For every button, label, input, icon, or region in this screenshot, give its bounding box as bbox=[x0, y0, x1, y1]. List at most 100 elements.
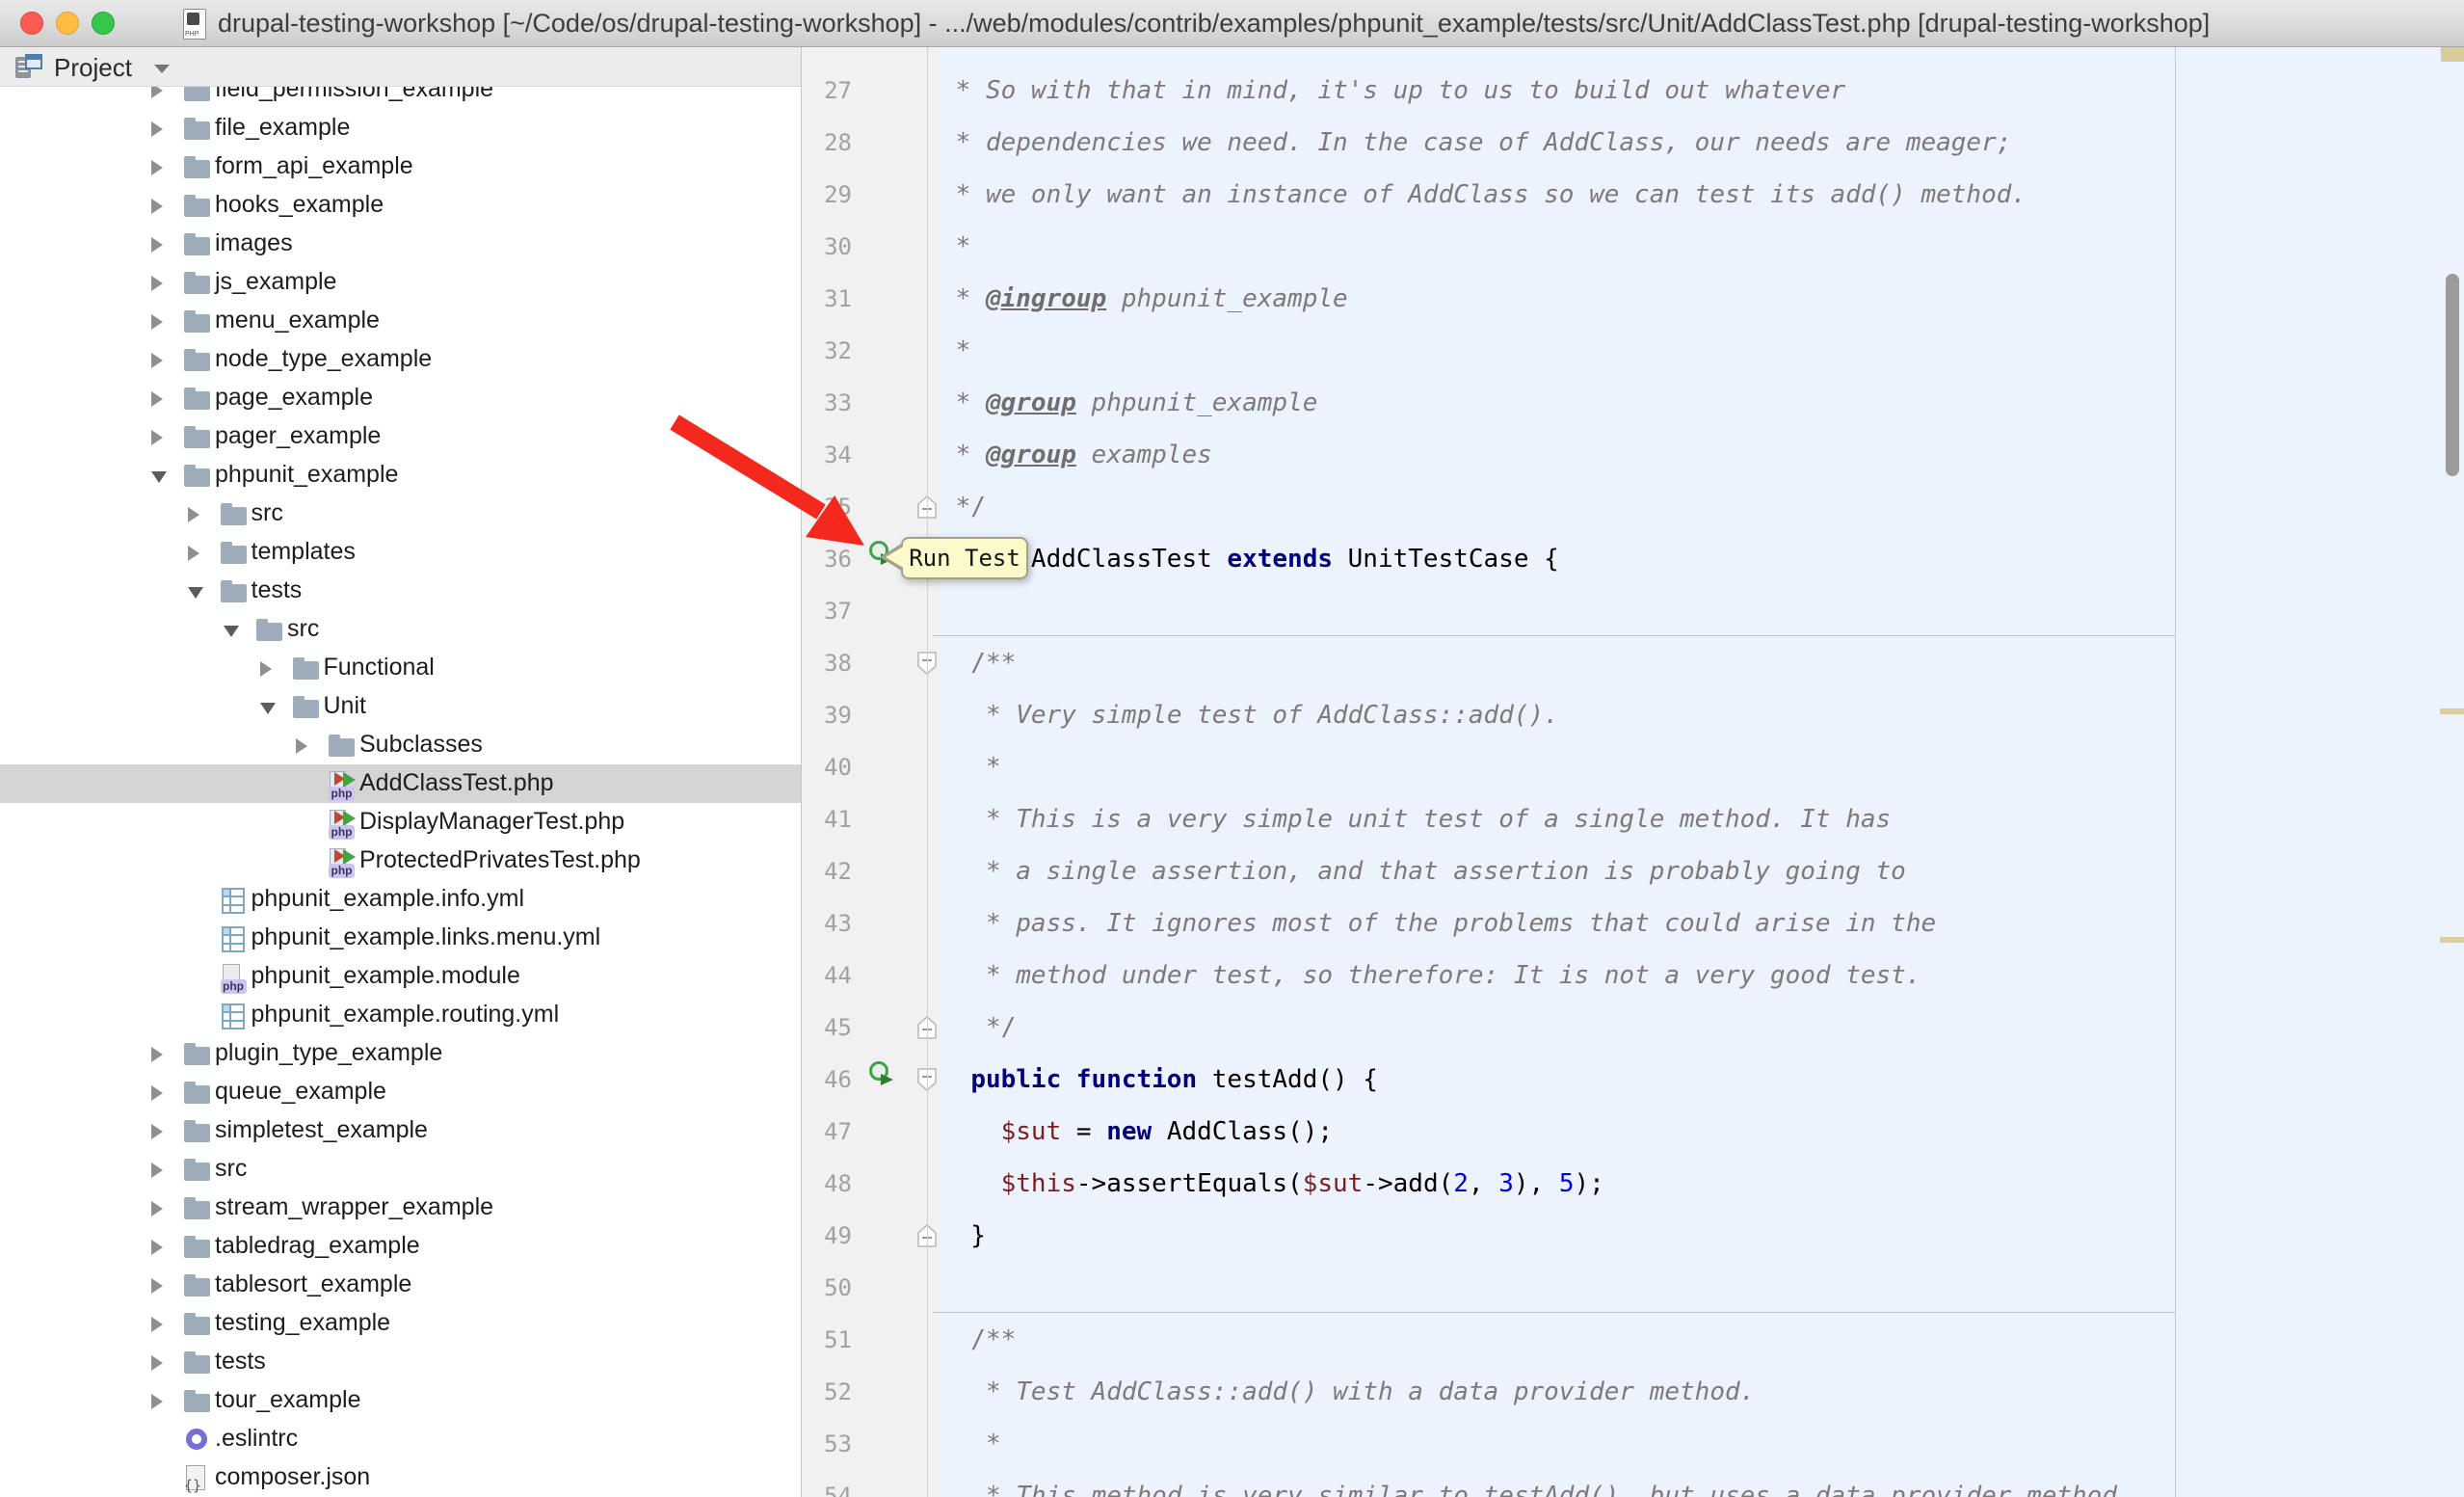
tree-item-menu-example[interactable]: menu_example bbox=[0, 302, 801, 340]
code-line-28[interactable]: * dependencies we need. In the case of A… bbox=[941, 117, 2011, 169]
chevron-right-icon[interactable] bbox=[151, 1240, 163, 1255]
line-number[interactable]: 34 bbox=[802, 429, 852, 481]
code-line-51[interactable]: /** bbox=[941, 1314, 1016, 1366]
chevron-right-icon[interactable] bbox=[260, 661, 272, 677]
tree-item-field-permission-example[interactable]: field_permission_example bbox=[0, 87, 801, 109]
tree-item-tablesort-example[interactable]: tablesort_example bbox=[0, 1266, 801, 1304]
error-stripe-mark[interactable] bbox=[2440, 937, 2464, 943]
code-line-33[interactable]: * @group phpunit_example bbox=[941, 377, 1317, 429]
tree-item-subclasses[interactable]: Subclasses bbox=[0, 726, 801, 764]
line-number[interactable]: 43 bbox=[802, 897, 852, 949]
close-window-button[interactable] bbox=[20, 12, 43, 35]
run-test-tooltip[interactable]: Run Test bbox=[901, 537, 1028, 579]
code-line-29[interactable]: * we only want an instance of AddClass s… bbox=[941, 169, 2027, 221]
tree-item-phpunit-example-links-menu-yml[interactable]: phpunit_example.links.menu.yml bbox=[0, 919, 801, 957]
code-line-43[interactable]: * pass. It ignores most of the problems … bbox=[941, 897, 1936, 949]
tree-item-functional[interactable]: Functional bbox=[0, 649, 801, 687]
line-number[interactable]: 37 bbox=[802, 585, 852, 637]
tree-item-src[interactable]: src bbox=[0, 1150, 801, 1189]
chevron-right-icon[interactable] bbox=[296, 738, 307, 754]
tree-item-js-example[interactable]: js_example bbox=[0, 263, 801, 302]
chevron-down-icon[interactable] bbox=[188, 587, 203, 599]
chevron-right-icon[interactable] bbox=[188, 507, 199, 522]
tree-item-tests[interactable]: tests bbox=[0, 572, 801, 610]
chevron-right-icon[interactable] bbox=[151, 199, 163, 214]
line-number[interactable]: 44 bbox=[802, 949, 852, 1002]
line-number[interactable]: 39 bbox=[802, 689, 852, 741]
line-number[interactable]: 32 bbox=[802, 325, 852, 377]
chevron-right-icon[interactable] bbox=[151, 87, 163, 98]
chevron-right-icon[interactable] bbox=[151, 1163, 163, 1178]
code-line-53[interactable]: * bbox=[941, 1418, 1001, 1470]
line-number[interactable]: 49 bbox=[802, 1210, 852, 1262]
line-number[interactable]: 33 bbox=[802, 377, 852, 429]
code-line-36[interactable]: class AddClassTest extends UnitTestCase … bbox=[941, 533, 1559, 585]
line-number[interactable]: 29 bbox=[802, 169, 852, 221]
tree-item-node-type-example[interactable]: node_type_example bbox=[0, 340, 801, 379]
code-line-35[interactable]: */ bbox=[941, 481, 986, 533]
tree-item-simpletest-example[interactable]: simpletest_example bbox=[0, 1111, 801, 1150]
code-line-34[interactable]: * @group examples bbox=[941, 429, 1212, 481]
line-number[interactable]: 36 bbox=[802, 533, 852, 585]
project-dropdown-chevron-icon[interactable] bbox=[154, 65, 170, 73]
chevron-right-icon[interactable] bbox=[151, 160, 163, 175]
code-line-39[interactable]: * Very simple test of AddClass::add(). bbox=[941, 689, 1559, 741]
tree-item-images[interactable]: images bbox=[0, 225, 801, 263]
run-test-gutter-icon[interactable] bbox=[868, 1059, 895, 1086]
editor-scrollbar-thumb[interactable] bbox=[2446, 274, 2459, 476]
tree-item-unit[interactable]: Unit bbox=[0, 687, 801, 726]
line-number[interactable]: 52 bbox=[802, 1366, 852, 1418]
tree-item-tests[interactable]: tests bbox=[0, 1343, 801, 1381]
tree-item-tour-example[interactable]: tour_example bbox=[0, 1381, 801, 1420]
tree-item-src[interactable]: src bbox=[0, 495, 801, 533]
chevron-right-icon[interactable] bbox=[151, 237, 163, 253]
code-editor[interactable]: 2627282930313233343536373839404142434445… bbox=[802, 47, 2464, 1497]
line-number[interactable]: 45 bbox=[802, 1002, 852, 1054]
code-line-27[interactable]: * So with that in mind, it's up to us to… bbox=[941, 65, 1845, 117]
line-number[interactable]: 48 bbox=[802, 1158, 852, 1210]
line-number[interactable]: 41 bbox=[802, 793, 852, 845]
line-number[interactable]: 42 bbox=[802, 845, 852, 897]
tree-item--eslintrc[interactable]: .eslintrc bbox=[0, 1420, 801, 1458]
chevron-right-icon[interactable] bbox=[151, 1201, 163, 1216]
code-line-31[interactable]: * @ingroup phpunit_example bbox=[941, 273, 1348, 325]
tree-item-phpunit-example-routing-yml[interactable]: phpunit_example.routing.yml bbox=[0, 996, 801, 1034]
code-line-52[interactable]: * Test AddClass::add() with a data provi… bbox=[941, 1366, 1755, 1418]
chevron-right-icon[interactable] bbox=[151, 314, 163, 330]
chevron-right-icon[interactable] bbox=[151, 1278, 163, 1294]
code-line-32[interactable]: * bbox=[941, 325, 970, 377]
line-number[interactable]: 30 bbox=[802, 221, 852, 273]
tree-item-phpunit-example[interactable]: phpunit_example bbox=[0, 456, 801, 495]
code-line-40[interactable]: * bbox=[941, 741, 1001, 793]
code-line-38[interactable]: /** bbox=[941, 637, 1016, 689]
error-stripe-mark[interactable] bbox=[2440, 708, 2464, 714]
code-line-44[interactable]: * method under test, so therefore: It is… bbox=[941, 949, 1921, 1002]
line-number[interactable]: 54 bbox=[802, 1470, 852, 1497]
tree-item-hooks-example[interactable]: hooks_example bbox=[0, 186, 801, 225]
chevron-right-icon[interactable] bbox=[151, 353, 163, 368]
chevron-down-icon[interactable] bbox=[151, 471, 167, 483]
project-panel-title[interactable]: Project bbox=[54, 53, 132, 83]
code-line-54[interactable]: * This method is very similar to testAdd… bbox=[941, 1470, 2117, 1497]
chevron-down-icon[interactable] bbox=[260, 703, 276, 714]
line-number[interactable]: 27 bbox=[802, 65, 852, 117]
chevron-right-icon[interactable] bbox=[151, 430, 163, 445]
chevron-right-icon[interactable] bbox=[188, 546, 199, 561]
maximize-window-button[interactable] bbox=[92, 12, 115, 35]
tree-item-pager-example[interactable]: pager_example bbox=[0, 417, 801, 456]
tree-item-phpunit-example-info-yml[interactable]: phpunit_example.info.yml bbox=[0, 880, 801, 919]
code-line-42[interactable]: * a single assertion, and that assertion… bbox=[941, 845, 1906, 897]
line-number[interactable]: 47 bbox=[802, 1106, 852, 1158]
chevron-right-icon[interactable] bbox=[151, 1355, 163, 1371]
tree-item-queue-example[interactable]: queue_example bbox=[0, 1073, 801, 1111]
line-number[interactable]: 46 bbox=[802, 1054, 852, 1106]
code-line-46[interactable]: public function testAdd() { bbox=[941, 1054, 1378, 1106]
tree-item-plugin-type-example[interactable]: plugin_type_example bbox=[0, 1034, 801, 1073]
chevron-right-icon[interactable] bbox=[151, 1085, 163, 1101]
tree-item-addclasstest-php[interactable]: phpAddClassTest.php bbox=[0, 764, 801, 803]
line-number[interactable]: 50 bbox=[802, 1262, 852, 1314]
chevron-right-icon[interactable] bbox=[151, 1124, 163, 1139]
tree-item-testing-example[interactable]: testing_example bbox=[0, 1304, 801, 1343]
line-number[interactable]: 38 bbox=[802, 637, 852, 689]
chevron-right-icon[interactable] bbox=[151, 121, 163, 137]
